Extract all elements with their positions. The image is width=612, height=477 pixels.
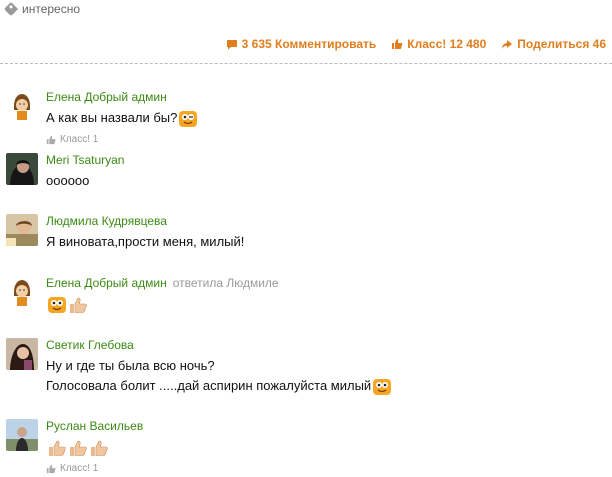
comment-author[interactable]: Meri Tsaturyan — [46, 153, 606, 168]
comment-author[interactable]: Елена Добрый админ — [46, 276, 167, 290]
avatar[interactable] — [6, 153, 38, 185]
comment-author[interactable]: Руслан Васильев — [46, 419, 606, 434]
comment-author[interactable]: Светик Глебова — [46, 338, 606, 353]
reply-note[interactable]: ответила Людмиле — [173, 276, 279, 290]
avatar[interactable] — [6, 214, 38, 246]
share-icon — [502, 39, 513, 49]
thumbs-up-emoji-icon — [70, 440, 87, 456]
comment-button-label: 3 635 Комментировать — [241, 37, 377, 51]
avatar[interactable] — [6, 276, 38, 308]
thumb-up-icon — [46, 464, 56, 473]
class-button[interactable]: Класс! 12 480 — [391, 37, 486, 51]
comment-like[interactable]: Класс! 1 — [46, 134, 606, 145]
comment-icon — [226, 39, 237, 49]
tag-row[interactable]: интересно — [3, 1, 80, 17]
avatar[interactable] — [6, 90, 38, 122]
comment-text: оооооо — [46, 173, 90, 188]
smile-emoji-icon — [373, 378, 392, 395]
tag-icon — [3, 1, 19, 17]
comment-author[interactable]: Людмила Кудрявцева — [46, 214, 606, 229]
avatar[interactable] — [6, 338, 38, 370]
thumbs-up-emoji-icon — [91, 440, 108, 456]
thumbs-up-emoji-icon — [49, 440, 66, 456]
like-label: Класс! 1 — [60, 463, 99, 474]
comment-text: А как вы назвали бы? — [46, 110, 178, 125]
thumb-up-icon — [392, 39, 403, 49]
smile-emoji-icon — [48, 296, 66, 313]
share-button[interactable]: Поделиться 46 — [501, 37, 606, 51]
comment-author[interactable]: Елена Добрый админ — [46, 90, 606, 105]
avatar[interactable] — [6, 419, 38, 451]
thumb-up-icon — [46, 135, 56, 144]
divider — [0, 63, 612, 64]
share-button-label: Поделиться 46 — [517, 37, 606, 51]
post-actions: 3 635 Комментировать Класс! 12 480 Подел… — [226, 37, 606, 51]
thumbs-up-emoji-icon — [70, 297, 87, 313]
like-label: Класс! 1 — [60, 134, 99, 145]
comment-button[interactable]: 3 635 Комментировать — [226, 37, 377, 51]
tag-label[interactable]: интересно — [22, 2, 80, 16]
class-button-label: Класс! 12 480 — [407, 37, 487, 51]
comment-text-line: Голосовала болит .....дай аспирин пожалу… — [46, 378, 372, 393]
comment-text: Я виновата,прости меня, милый! — [46, 234, 245, 249]
comment-like[interactable]: Класс! 1 — [46, 463, 606, 474]
wink-emoji-icon — [179, 110, 198, 127]
comment-text-line: Ну и где ты была всю ночь? — [46, 358, 215, 373]
